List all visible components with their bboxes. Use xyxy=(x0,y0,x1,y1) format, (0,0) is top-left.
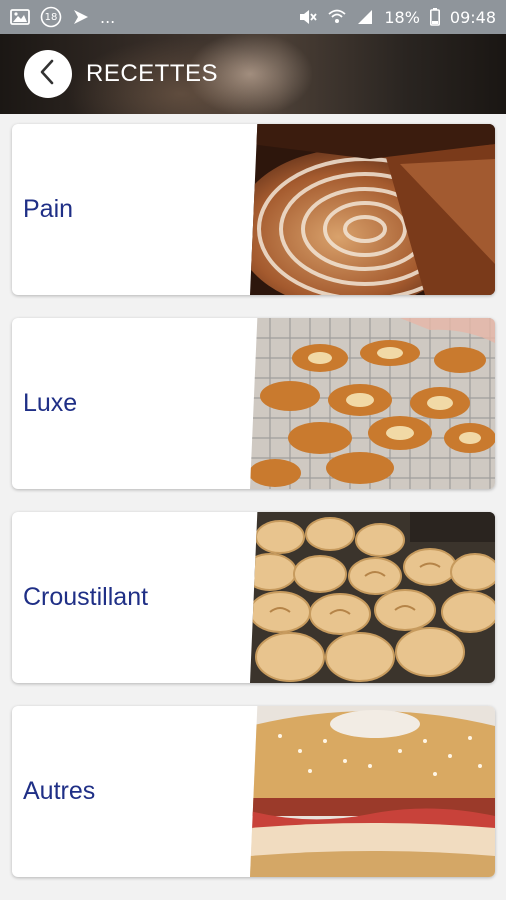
chevron-left-icon xyxy=(37,59,59,90)
category-label: Autres xyxy=(23,777,96,805)
mute-icon xyxy=(298,8,318,26)
category-card-luxe[interactable]: Luxe xyxy=(12,318,495,489)
wifi-icon xyxy=(328,9,346,25)
notification-count: 18 xyxy=(44,11,58,23)
notification-badge-icon: 18 xyxy=(40,6,62,28)
more-notifications: ... xyxy=(100,7,116,27)
category-card-croustillant[interactable]: Croustillant xyxy=(12,512,495,683)
battery-percent: 18% xyxy=(384,7,420,27)
pastries-photo xyxy=(250,318,495,489)
back-button[interactable] xyxy=(24,50,72,98)
category-card-pain[interactable]: Pain xyxy=(12,124,495,295)
category-label: Pain xyxy=(23,195,74,223)
clock: 09:48 xyxy=(449,7,496,27)
signal-icon xyxy=(356,9,374,25)
app-header: RECETTES xyxy=(0,34,506,114)
bagel-sandwich-photo xyxy=(250,706,495,877)
bread-loaf-photo xyxy=(250,124,495,295)
store-icon xyxy=(72,8,90,26)
page-title: RECETTES xyxy=(86,60,219,87)
battery-icon xyxy=(429,8,440,26)
category-card-autres[interactable]: Autres xyxy=(12,706,495,877)
category-list: Pain Luxe Croustillant Autres xyxy=(12,124,495,900)
image-icon xyxy=(10,9,30,25)
category-label: Croustillant xyxy=(23,583,149,611)
status-bar-left: 18 ... xyxy=(10,6,115,28)
rolls-photo xyxy=(250,512,495,683)
status-bar-right: 18% 09:48 xyxy=(298,8,496,27)
category-label: Luxe xyxy=(23,389,78,417)
status-bar: 18 ... 18% 09:48 xyxy=(0,0,506,34)
